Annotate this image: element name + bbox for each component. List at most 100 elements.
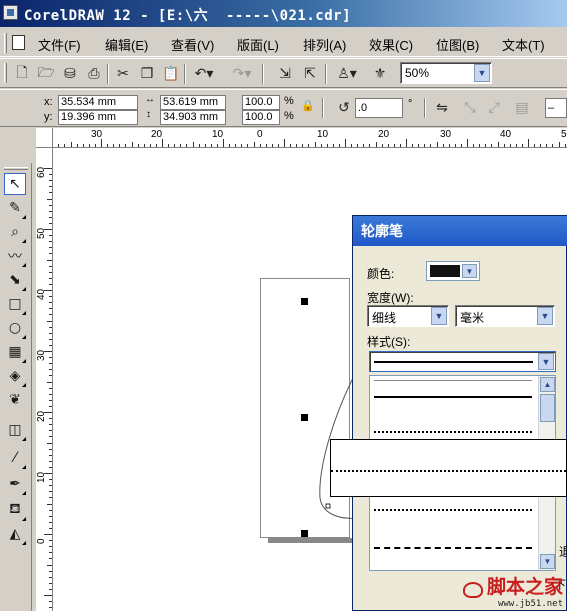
ruler-tick: [49, 601, 52, 603]
ruler-tick: [49, 222, 52, 224]
ruler-tick: [149, 144, 151, 147]
interactive-blend-tool-icon[interactable]: ◫: [4, 419, 26, 441]
ruler-tick: [345, 139, 346, 147]
undo-icon[interactable]: ↶▾: [190, 64, 218, 84]
application-launcher-icon[interactable]: ♙▾: [332, 64, 362, 84]
horizontal-ruler[interactable]: 30 20 10 0 10 20 30 40 50: [36, 128, 567, 148]
selection-handle[interactable]: [301, 530, 308, 537]
outline-width-select[interactable]: 细线 ▼: [367, 305, 449, 327]
toolbox-grip[interactable]: [4, 167, 28, 170]
ruler-origin-corner[interactable]: [36, 128, 53, 148]
cut-icon[interactable]: ✂: [113, 64, 133, 84]
zoom-tool-icon[interactable]: ⌕: [4, 221, 26, 243]
convert-icon[interactable]: ▤: [512, 98, 532, 118]
pick-tool-icon[interactable]: ↖: [4, 173, 26, 195]
fill-tool-icon[interactable]: ⛾: [4, 499, 26, 521]
line-style-select[interactable]: ▼: [369, 351, 556, 372]
y-position-field[interactable]: 19.396 mm: [58, 110, 138, 125]
document-icon[interactable]: [12, 35, 25, 50]
menu-effects[interactable]: 效果(C): [369, 35, 413, 54]
menu-arrange[interactable]: 排列(A): [303, 35, 346, 54]
outline-tool-icon[interactable]: ✒: [4, 473, 26, 495]
dialog-title[interactable]: 轮廓笔: [353, 216, 567, 246]
ruler-tick: [174, 144, 176, 147]
ruler-tick: [47, 564, 52, 566]
ruler-tick: [44, 412, 52, 413]
ruler-tick: [44, 473, 52, 474]
ruler-tick: [436, 142, 438, 147]
ruler-h-label: 20: [151, 129, 163, 140]
redo-icon[interactable]: ↷▾: [228, 64, 256, 84]
line-style-option[interactable]: [374, 547, 532, 549]
open-icon[interactable]: 🗁: [36, 64, 56, 84]
rotation-angle-field[interactable]: .0: [355, 98, 403, 118]
width-unit-select[interactable]: 毫米 ▼: [455, 305, 555, 327]
ruler-tick: [241, 144, 243, 147]
scroll-up-icon[interactable]: ▲: [540, 377, 555, 392]
x-position-field[interactable]: 35.534 mm: [58, 95, 138, 110]
import-icon[interactable]: ⇲: [275, 64, 295, 84]
shape-tool-icon[interactable]: ✎: [4, 197, 26, 219]
print-icon[interactable]: ⎙: [84, 64, 104, 84]
menu-edit[interactable]: 编辑(E): [105, 35, 148, 54]
export-icon[interactable]: ⇱: [300, 64, 320, 84]
selection-handle[interactable]: [301, 298, 308, 305]
menu-file[interactable]: 文件(F): [38, 35, 81, 54]
ruler-tick: [351, 144, 353, 147]
chevron-down-icon[interactable]: ▼: [431, 307, 447, 325]
node-icon[interactable]: ⤢: [484, 98, 504, 118]
scale-x-field[interactable]: 100.0: [242, 95, 280, 110]
save-icon[interactable]: ⛁: [60, 64, 80, 84]
ruler-h-label: 0: [257, 129, 263, 140]
ruler-v-label: 0: [36, 538, 47, 544]
smart-fill-tool-icon[interactable]: ⬊: [4, 269, 26, 291]
object-width-field[interactable]: 53.619 mm: [160, 95, 226, 110]
width-icon: ↔: [145, 94, 155, 105]
line-style-option[interactable]: [374, 380, 532, 381]
eyedropper-tool-icon[interactable]: ⁄: [4, 447, 26, 469]
corel-online-icon[interactable]: ⚜: [370, 64, 390, 84]
scroll-thumb[interactable]: [540, 394, 555, 422]
freehand-tool-icon[interactable]: 〰: [4, 245, 26, 267]
vertical-ruler[interactable]: 60 50 40 30 20 10 0: [36, 148, 53, 611]
ruler-tick: [49, 540, 52, 542]
chevron-down-icon[interactable]: ▼: [474, 64, 490, 82]
paste-icon[interactable]: 📋: [161, 64, 181, 84]
mirror-horizontal-icon[interactable]: ⇋: [432, 98, 452, 118]
line-style-option[interactable]: [374, 431, 532, 433]
ruler-h-label: 50: [561, 129, 567, 140]
outline-width-field[interactable]: –: [545, 98, 567, 118]
zoom-level-combo[interactable]: 50% ▼: [400, 62, 492, 84]
line-style-option[interactable]: [374, 396, 532, 398]
mirror-vertical-icon[interactable]: ⤡: [460, 98, 480, 118]
menu-layout[interactable]: 版面(L): [237, 35, 279, 54]
property-bar: x: y: 35.534 mm 19.396 mm ↔ ↕ 53.619 mm …: [0, 89, 567, 127]
chevron-down-icon[interactable]: ▼: [462, 264, 477, 278]
chevron-down-icon[interactable]: ▼: [537, 307, 553, 325]
ellipse-tool-icon[interactable]: ○: [4, 317, 26, 339]
ruler-tick: [49, 375, 52, 377]
basic-shapes-tool-icon[interactable]: ◈: [4, 365, 26, 387]
selection-handle[interactable]: [301, 414, 308, 421]
scale-y-field[interactable]: 100.0: [242, 110, 280, 125]
line-style-option[interactable]: [374, 509, 532, 511]
coreldraw-app-icon[interactable]: [3, 5, 18, 20]
outline-width-value: 细线: [372, 311, 397, 325]
new-icon[interactable]: 🗋: [12, 64, 32, 84]
chevron-down-icon[interactable]: ▼: [538, 353, 554, 370]
lock-ratio-icon[interactable]: 🔒: [300, 96, 316, 114]
color-picker[interactable]: ▼: [426, 261, 480, 281]
graph-paper-tool-icon[interactable]: ▦: [4, 341, 26, 363]
rectangle-tool-icon[interactable]: □: [4, 293, 26, 315]
menu-view[interactable]: 查看(V): [171, 35, 214, 54]
ruler-tick: [47, 198, 52, 200]
interactive-fill-tool-icon[interactable]: ◭: [4, 523, 26, 545]
copy-icon[interactable]: ❐: [137, 64, 157, 84]
scroll-down-icon[interactable]: ▼: [540, 554, 555, 569]
object-height-field[interactable]: 34.903 mm: [160, 110, 226, 125]
menu-bitmaps[interactable]: 位图(B): [436, 35, 479, 54]
menu-grip[interactable]: [4, 33, 7, 53]
menu-text[interactable]: 文本(T): [502, 35, 545, 54]
text-tool-icon[interactable]: ❦: [4, 389, 26, 411]
toolbar-grip[interactable]: [4, 63, 7, 83]
